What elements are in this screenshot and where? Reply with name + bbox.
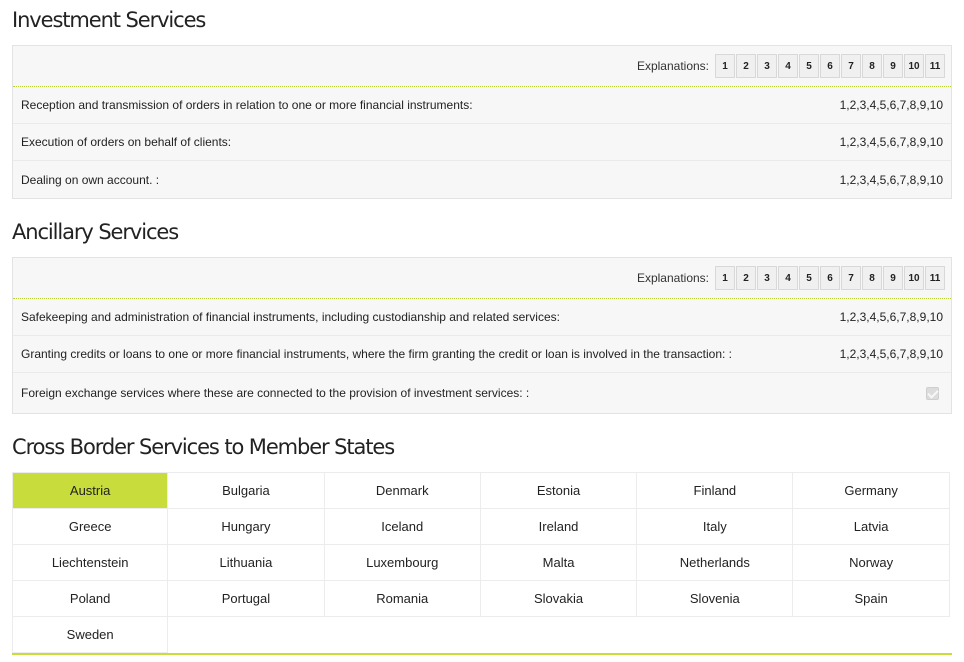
ancillary-explanation-buttons: 1 2 3 4 5 6 7 8 9 10 11: [714, 266, 945, 290]
investment-explanations-bar: Explanations: 1 2 3 4 5 6 7 8 9 10 11: [13, 46, 951, 87]
country-cell[interactable]: Slovenia: [637, 581, 794, 617]
country-cell[interactable]: Lithuania: [168, 545, 325, 581]
explanation-button-3[interactable]: 3: [757, 54, 777, 78]
explanation-button-8[interactable]: 8: [862, 54, 882, 78]
cross-border-title: Cross Border Services to Member States: [12, 435, 395, 459]
accent-divider: [12, 653, 952, 655]
service-checked-checkbox[interactable]: [926, 386, 939, 400]
country-cell[interactable]: Sweden: [12, 617, 169, 653]
country-cell[interactable]: Ireland: [480, 509, 638, 545]
country-cell[interactable]: Iceland: [324, 509, 481, 545]
explanation-button-1[interactable]: 1: [715, 266, 735, 290]
country-cell[interactable]: Greece: [12, 509, 169, 545]
service-explanations-value: 1,2,3,4,5,6,7,8,9,10: [839, 347, 943, 361]
ancillary-explanations-bar: Explanations: 1 2 3 4 5 6 7 8 9 10 11: [13, 258, 951, 299]
explanation-button-11[interactable]: 11: [925, 54, 945, 78]
service-explanations-value: 1,2,3,4,5,6,7,8,9,10: [839, 172, 943, 187]
explanation-button-6[interactable]: 6: [820, 266, 840, 290]
explanations-label: Explanations:: [636, 59, 709, 73]
explanation-button-9[interactable]: 9: [883, 266, 903, 290]
country-grid: Austria Bulgaria Denmark Estonia Finland Germ…: [12, 472, 950, 653]
explanation-button-7[interactable]: 7: [841, 266, 861, 290]
country-cell[interactable]: Spain: [793, 581, 950, 617]
service-row: Execution of orders on behalf of clients…: [13, 124, 951, 161]
country-cell[interactable]: Romania: [324, 581, 481, 617]
country-cell[interactable]: Portugal: [168, 581, 325, 617]
country-cell[interactable]: Luxembourg: [324, 545, 481, 581]
service-explanations-value: 1,2,3,4,5,6,7,8,9,10: [839, 310, 943, 324]
service-row: Dealing on own account. : 1,2,3,4,5,6,7,…: [13, 161, 951, 198]
service-row: Foreign exchange services where these ar…: [13, 373, 951, 413]
service-label: Granting credits or loans to one or more…: [21, 347, 733, 361]
explanation-button-8[interactable]: 8: [862, 266, 882, 290]
service-label: Reception and transmission of orders in …: [21, 98, 473, 112]
explanation-button-10[interactable]: 10: [904, 54, 924, 78]
service-label: Safekeeping and administration of financ…: [21, 310, 560, 324]
country-cell[interactable]: Netherlands: [637, 545, 794, 581]
explanation-button-6[interactable]: 6: [820, 54, 840, 78]
country-cell[interactable]: Malta: [480, 545, 638, 581]
country-cell[interactable]: Finland: [637, 473, 794, 509]
investment-explanation-buttons: 1 2 3 4 5 6 7 8 9 10 11: [714, 54, 945, 78]
explanation-button-11[interactable]: 11: [925, 266, 945, 290]
country-cell[interactable]: Italy: [637, 509, 794, 545]
explanation-button-1[interactable]: 1: [715, 54, 735, 78]
explanation-button-5[interactable]: 5: [799, 266, 819, 290]
explanation-button-10[interactable]: 10: [904, 266, 924, 290]
country-cell[interactable]: Estonia: [480, 473, 638, 509]
country-cell[interactable]: Norway: [793, 545, 950, 581]
explanation-button-2[interactable]: 2: [736, 266, 756, 290]
service-label: Execution of orders on behalf of clients…: [21, 135, 232, 149]
investment-services-panel: Explanations: 1 2 3 4 5 6 7 8 9 10 11 Re…: [12, 45, 952, 199]
explanation-button-4[interactable]: 4: [778, 54, 798, 78]
country-cell[interactable]: Denmark: [324, 473, 481, 509]
service-row: Granting credits or loans to one or more…: [13, 336, 951, 373]
country-cell[interactable]: Bulgaria: [168, 473, 325, 509]
explanation-button-5[interactable]: 5: [799, 54, 819, 78]
country-cell[interactable]: Austria: [12, 473, 169, 509]
service-row: Reception and transmission of orders in …: [13, 87, 951, 124]
country-cell[interactable]: Slovakia: [480, 581, 638, 617]
service-label: Dealing on own account. :: [21, 172, 160, 187]
service-explanations-value: 1,2,3,4,5,6,7,8,9,10: [839, 98, 943, 112]
explanation-button-2[interactable]: 2: [736, 54, 756, 78]
country-cell[interactable]: Poland: [12, 581, 169, 617]
explanation-button-7[interactable]: 7: [841, 54, 861, 78]
ancillary-services-title: Ancillary Services: [12, 220, 179, 244]
service-label: Foreign exchange services where these ar…: [21, 386, 530, 400]
explanation-button-4[interactable]: 4: [778, 266, 798, 290]
investment-services-title: Investment Services: [12, 8, 206, 32]
service-explanations-value: 1,2,3,4,5,6,7,8,9,10: [839, 135, 943, 149]
ancillary-services-panel: Explanations: 1 2 3 4 5 6 7 8 9 10 11 Sa…: [12, 257, 952, 414]
explanation-button-3[interactable]: 3: [757, 266, 777, 290]
country-cell[interactable]: Hungary: [168, 509, 325, 545]
service-row: Safekeeping and administration of financ…: [13, 299, 951, 336]
explanations-label: Explanations:: [636, 271, 709, 285]
explanation-button-9[interactable]: 9: [883, 54, 903, 78]
country-cell[interactable]: Germany: [793, 473, 950, 509]
country-cell[interactable]: Latvia: [793, 509, 950, 545]
country-cell[interactable]: Liechtenstein: [12, 545, 169, 581]
